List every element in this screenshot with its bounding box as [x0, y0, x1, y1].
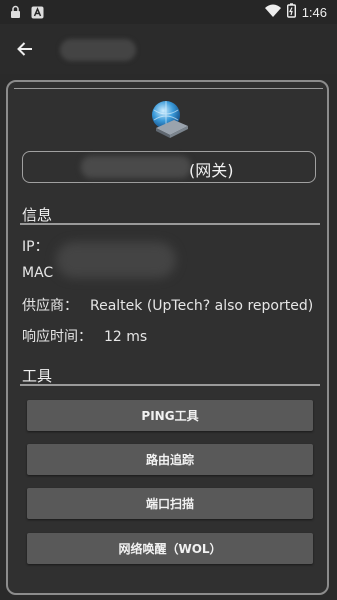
- status-bar: 1:46: [0, 0, 337, 24]
- traceroute-button[interactable]: 路由追踪: [27, 444, 313, 475]
- ping-tool-button[interactable]: PING工具: [27, 400, 313, 431]
- back-button[interactable]: [10, 34, 40, 64]
- vendor-value: Realtek (UpTech? also reported): [90, 298, 314, 314]
- wifi-icon: [264, 3, 281, 22]
- address-redacted: [56, 242, 176, 278]
- app-bar: [0, 24, 337, 74]
- tools-divider: [20, 384, 320, 386]
- clock: 1:46: [301, 5, 327, 20]
- device-detail-card: (网关) 信息 IP： MAC 供应商： Realtek (UpTech? als…: [6, 80, 329, 595]
- ip-label: IP：: [22, 239, 49, 255]
- title-redacted: [60, 39, 136, 61]
- router-globe-icon: [148, 98, 190, 140]
- gateway-address-redacted: [81, 156, 191, 178]
- response-value: 12 ms: [104, 329, 148, 345]
- vendor-row: 供应商： Realtek (UpTech? also reported): [22, 295, 313, 315]
- tools-section-title: 工具: [22, 367, 53, 385]
- wake-on-lan-button[interactable]: 网络唤醒（WOL）: [27, 533, 313, 564]
- gateway-name-field[interactable]: (网关): [22, 151, 316, 183]
- divider: [14, 88, 323, 89]
- arrow-left-icon: [17, 42, 32, 56]
- lock-icon: [10, 4, 21, 23]
- response-row: 响应时间： 12 ms: [22, 326, 147, 346]
- a-notification-icon: [31, 4, 44, 23]
- info-divider: [20, 223, 320, 225]
- mac-label: MAC: [22, 265, 54, 281]
- port-scan-button[interactable]: 端口扫描: [27, 488, 313, 519]
- gateway-suffix: (网关): [189, 161, 234, 180]
- response-label: 响应时间：: [22, 329, 92, 345]
- battery-icon: [286, 3, 296, 22]
- vendor-label: 供应商：: [22, 298, 78, 314]
- info-section-title: 信息: [22, 206, 53, 224]
